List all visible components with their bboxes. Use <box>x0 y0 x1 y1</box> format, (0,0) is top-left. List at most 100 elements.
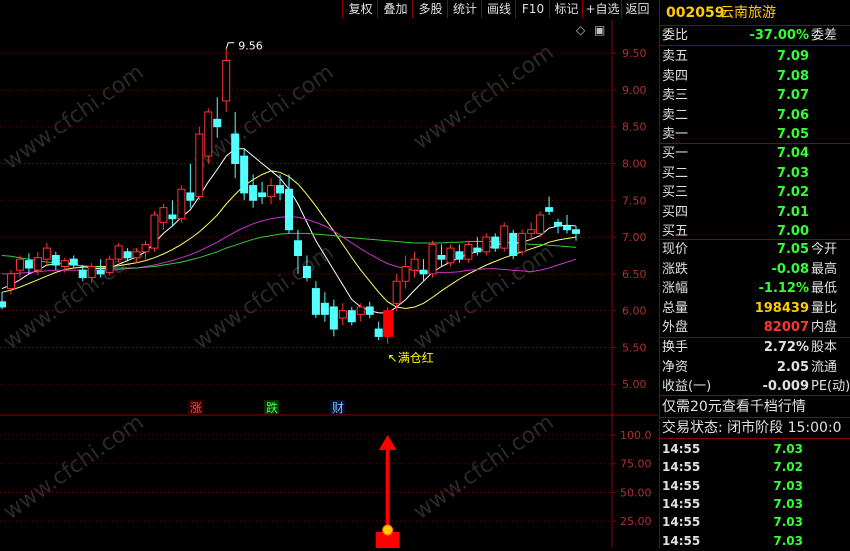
candle <box>222 48 231 112</box>
sells-row: 卖三 7.07 <box>660 86 850 105</box>
depth-promo[interactable]: 仅需20元查看千档行情 <box>660 397 850 417</box>
buys-row: 买二 7.03 <box>660 164 850 183</box>
stats2-label: 净资 <box>662 359 689 375</box>
toolbar-button-0[interactable]: 复权 <box>342 0 378 18</box>
sells-label: 卖五 <box>662 49 689 64</box>
sells-row: 卖五 7.09 <box>660 47 850 66</box>
y-tick-label: 7.50 <box>622 194 647 207</box>
toolbar-button-3[interactable]: 统计 <box>447 0 482 18</box>
toolbar-button-8[interactable]: 返回 <box>621 0 653 18</box>
weicha-label: 委差 <box>811 28 838 43</box>
candle <box>15 255 24 278</box>
candle <box>509 229 518 260</box>
box-icon[interactable]: ▣ <box>594 23 605 37</box>
candle <box>545 196 554 215</box>
sells-value: 7.05 <box>776 127 809 142</box>
candle <box>150 211 159 252</box>
candle <box>365 301 374 319</box>
stats1-value: 82007 <box>763 320 809 335</box>
stats2-row: 换手 2.72% 股本 <box>660 338 850 357</box>
sells-row: 卖四 7.08 <box>660 67 850 86</box>
divider <box>660 45 850 46</box>
event-marker[interactable]: 财 <box>330 400 345 415</box>
stats2-label2: 股本 <box>811 340 838 355</box>
stats1-label2: 最高 <box>811 261 838 277</box>
candle <box>168 200 177 227</box>
stats2-value: -0.009 <box>762 379 809 394</box>
tick-row: 14:55 7.03 <box>660 477 850 496</box>
candle <box>356 303 365 322</box>
chart-area[interactable]: www.cfchi.com www.cfchi.com www.cfchi.com w… <box>0 20 658 548</box>
toolbar-button-6[interactable]: 标记 <box>549 0 583 18</box>
toolbar-button-7[interactable]: +自选 <box>582 0 622 18</box>
candle <box>320 292 329 322</box>
promo-text[interactable]: 仅需20元查看千档行情 <box>662 397 806 417</box>
signal-label: ↖满仓红 <box>388 350 434 365</box>
candle <box>0 292 6 310</box>
stats1-label: 现价 <box>662 242 689 257</box>
tick-time: 14:55 <box>662 478 701 493</box>
stats1-label2: 量比 <box>811 300 838 316</box>
svg-text:涨: 涨 <box>190 400 202 415</box>
buys-label: 买四 <box>662 204 689 220</box>
kline-chart[interactable]: www.cfchi.com www.cfchi.com www.cfchi.com w… <box>0 20 658 548</box>
y-tick-label: 6.00 <box>622 305 647 318</box>
candle <box>401 255 410 289</box>
signal-icon <box>382 524 394 536</box>
tick-price: 7.02 <box>773 460 803 475</box>
high-label: 9.56 <box>238 40 263 53</box>
candle <box>249 174 258 208</box>
stats1-row: 涨跌 -0.08 最高 <box>660 260 850 279</box>
tick-time: 14:55 <box>662 496 701 511</box>
divider <box>660 438 850 439</box>
stats1-label: 涨幅 <box>662 281 689 296</box>
tick-row: 14:55 7.02 <box>660 458 850 477</box>
event-marker[interactable]: 跌 <box>264 400 279 415</box>
candle <box>518 229 527 256</box>
y-tick-label: 9.00 <box>622 84 647 97</box>
candle <box>563 215 572 234</box>
toolbar-button-4[interactable]: 画线 <box>481 0 516 18</box>
stats2-label: 收益(一) <box>662 379 712 394</box>
diamond-icon[interactable]: ◇ <box>576 23 586 37</box>
toolbar-button-1[interactable]: 叠加 <box>377 0 413 18</box>
tick-price: 7.03 <box>773 442 803 456</box>
stats2-row: 净资 2.05 流通 <box>660 358 850 377</box>
candle <box>204 108 213 164</box>
toolbar-button-2[interactable]: 多股 <box>412 0 448 18</box>
svg-text:www.cfchi.com: www.cfchi.com <box>0 60 149 175</box>
stats1-label2: 内盘 <box>811 320 838 335</box>
tick-time: 14:55 <box>662 460 701 475</box>
candle <box>500 222 509 252</box>
candle <box>195 126 204 201</box>
candle <box>482 233 491 256</box>
buys-value: 7.04 <box>776 146 809 161</box>
weibi-label: 委比 <box>662 28 689 43</box>
y-tick-label: 9.50 <box>622 47 647 60</box>
tick-row: 14:55 7.03 <box>660 513 850 532</box>
sells-value: 7.06 <box>776 107 809 123</box>
buys-row: 买一 7.04 <box>660 144 850 163</box>
buys-label: 买三 <box>662 185 689 200</box>
event-marker[interactable]: 涨 <box>188 400 203 415</box>
buys-label: 买二 <box>662 165 689 181</box>
buys-label: 买一 <box>662 146 689 161</box>
tick-row: 14:55 7.03 <box>660 440 850 459</box>
stats2-label2: 流通 <box>811 359 838 375</box>
sub-y-tick-label: 75.00 <box>620 458 652 471</box>
buys-value: 7.03 <box>776 165 809 181</box>
buys-row: 买三 7.02 <box>660 183 850 202</box>
toolbar-button-5[interactable]: F10 <box>515 0 550 18</box>
candle <box>311 281 320 319</box>
buys-value: 7.02 <box>776 185 809 200</box>
quote-panel: 002059 云南旅游 委比 -37.00% 委差 卖五 7.09 卖四 7.08 卖三… <box>659 0 850 548</box>
high-label-pointer <box>225 42 235 49</box>
stock-header: 002059 云南旅游 <box>660 2 850 24</box>
chart-toolbar: 复权 叠加 多股 统计 画线 F10 标记 +自选 返回 <box>0 0 658 19</box>
tick-time: 14:55 <box>662 515 701 530</box>
sells-value: 7.09 <box>776 49 809 64</box>
sells-label: 卖二 <box>662 107 689 123</box>
tick-row: 14:55 7.03 <box>660 495 850 514</box>
y-tick-label: 8.00 <box>622 157 647 170</box>
sells-label: 卖一 <box>662 127 689 142</box>
